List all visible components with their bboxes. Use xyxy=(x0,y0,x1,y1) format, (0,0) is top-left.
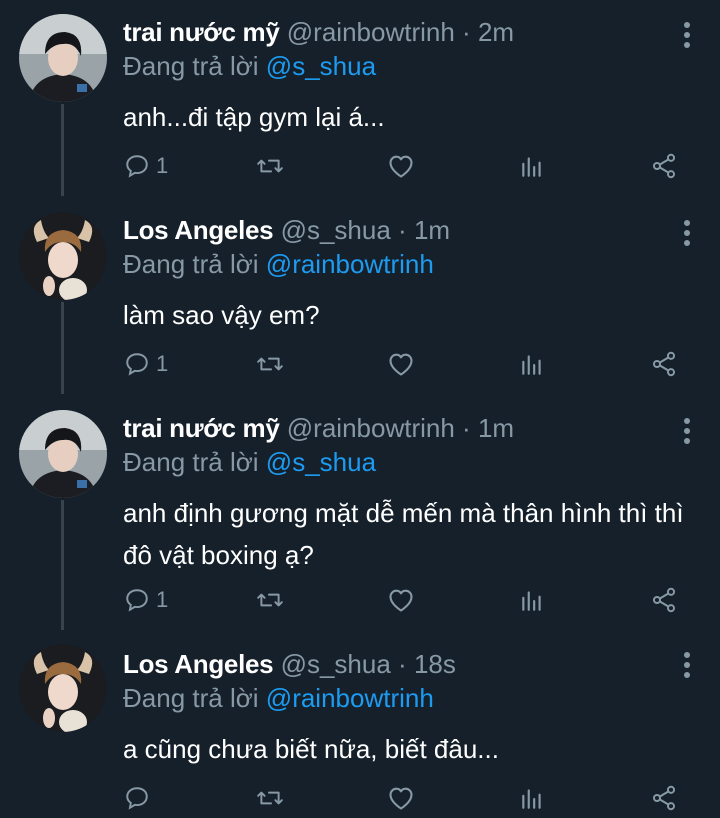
action-bar: 1 xyxy=(0,146,720,186)
user-handle[interactable]: @rainbowtrinh xyxy=(287,413,455,443)
retweet-icon xyxy=(257,357,283,371)
share-icon xyxy=(652,785,676,811)
replying-to: Đang trả lời @s_shua xyxy=(123,50,376,82)
replying-prefix: Đang trả lời xyxy=(123,249,259,279)
more-options-icon[interactable] xyxy=(682,220,692,250)
like-icon xyxy=(389,787,413,810)
user-handle[interactable]: @s_shua xyxy=(281,215,391,245)
analytics-icon xyxy=(522,591,541,611)
retweet-button[interactable] xyxy=(256,580,284,620)
timestamp[interactable]: 1m xyxy=(478,413,514,443)
avatar[interactable] xyxy=(19,410,107,498)
display-name[interactable]: trai nước mỹ xyxy=(123,17,280,47)
retweet-icon xyxy=(257,159,283,173)
reply-button[interactable] xyxy=(124,778,156,818)
action-bar: 1 xyxy=(0,580,720,620)
timestamp[interactable]: 2m xyxy=(478,17,514,47)
retweet-button[interactable] xyxy=(256,344,284,384)
replying-to: Đang trả lời @rainbowtrinh xyxy=(123,248,434,280)
reply-count: 1 xyxy=(156,587,169,612)
separator-dot: · xyxy=(462,413,471,443)
replying-to: Đang trả lời @rainbowtrinh xyxy=(123,682,434,714)
user-handle[interactable]: @s_shua xyxy=(281,649,391,679)
share-button[interactable] xyxy=(650,344,678,384)
analytics-button[interactable] xyxy=(519,344,545,384)
like-icon xyxy=(389,353,413,376)
more-options-icon[interactable] xyxy=(682,22,692,52)
replying-prefix: Đang trả lời xyxy=(123,447,259,477)
like-button[interactable] xyxy=(387,344,415,384)
share-icon xyxy=(652,351,676,377)
share-button[interactable] xyxy=(650,580,678,620)
analytics-icon xyxy=(522,789,541,809)
reply-button[interactable]: 1 xyxy=(124,146,168,186)
share-icon xyxy=(652,587,676,613)
action-bar: 1 xyxy=(0,344,720,384)
mention-link[interactable]: @rainbowtrinh xyxy=(266,249,434,279)
reply-button[interactable]: 1 xyxy=(124,344,168,384)
reply-button[interactable]: 1 xyxy=(124,580,168,620)
separator-dot: · xyxy=(398,649,407,679)
tweet[interactable]: trai nước mỹ @rainbowtrinh · 1m Đang trả… xyxy=(0,396,720,632)
replying-prefix: Đang trả lời xyxy=(123,683,259,713)
tweet[interactable]: Los Angeles @s_shua · 1m Đang trả lời @r… xyxy=(0,198,720,396)
share-button[interactable] xyxy=(650,146,678,186)
like-button[interactable] xyxy=(387,146,415,186)
mention-link[interactable]: @rainbowtrinh xyxy=(266,683,434,713)
dark-haired-man-avatar-icon xyxy=(19,14,107,102)
display-name[interactable]: Los Angeles xyxy=(123,649,274,679)
timestamp[interactable]: 18s xyxy=(414,649,456,679)
analytics-icon xyxy=(522,157,541,177)
tweet-text: làm sao vậy em? xyxy=(123,300,320,330)
retweet-button[interactable] xyxy=(256,778,284,818)
reply-icon xyxy=(126,787,148,810)
tweet-text: anh định gương mặt dễ mến mà thân hình t… xyxy=(123,498,684,570)
tweet-header: trai nước mỹ @rainbowtrinh · 2m xyxy=(123,16,514,48)
replying-prefix: Đang trả lời xyxy=(123,51,259,81)
like-button[interactable] xyxy=(387,580,415,620)
display-name[interactable]: trai nước mỹ xyxy=(123,413,280,443)
deer-ears-man-avatar-icon xyxy=(19,212,107,300)
tweet-header: trai nước mỹ @rainbowtrinh · 1m xyxy=(123,412,514,444)
user-handle[interactable]: @rainbowtrinh xyxy=(287,17,455,47)
tweet[interactable]: trai nước mỹ @rainbowtrinh · 2m Đang trả… xyxy=(0,0,720,198)
mention-link[interactable]: @s_shua xyxy=(266,447,376,477)
reply-icon xyxy=(126,155,148,178)
avatar[interactable] xyxy=(19,644,107,732)
reply-icon xyxy=(126,353,148,376)
tweet-text: a cũng chưa biết nữa, biết đâu... xyxy=(123,734,499,764)
like-icon xyxy=(389,155,413,178)
tweet[interactable]: Los Angeles @s_shua · 18s Đang trả lời @… xyxy=(0,632,720,816)
retweet-icon xyxy=(257,593,283,607)
replying-to: Đang trả lời @s_shua xyxy=(123,446,376,478)
analytics-icon xyxy=(522,355,541,375)
share-button[interactable] xyxy=(650,778,678,818)
tweet-header: Los Angeles @s_shua · 18s xyxy=(123,648,456,680)
like-button[interactable] xyxy=(387,778,415,818)
tweet-text: anh...đi tập gym lại á... xyxy=(123,102,385,132)
reply-count: 1 xyxy=(156,351,169,376)
analytics-button[interactable] xyxy=(519,580,545,620)
separator-dot: · xyxy=(398,215,407,245)
mention-link[interactable]: @s_shua xyxy=(266,51,376,81)
display-name[interactable]: Los Angeles xyxy=(123,215,274,245)
reply-icon xyxy=(126,589,148,612)
retweet-icon xyxy=(257,791,283,805)
timestamp[interactable]: 1m xyxy=(414,215,450,245)
action-bar xyxy=(0,778,720,818)
analytics-button[interactable] xyxy=(519,778,545,818)
avatar[interactable] xyxy=(19,14,107,102)
dark-haired-man-avatar-icon xyxy=(19,410,107,498)
separator-dot: · xyxy=(462,17,471,47)
reply-count: 1 xyxy=(156,153,169,178)
analytics-button[interactable] xyxy=(519,146,545,186)
more-options-icon[interactable] xyxy=(682,418,692,448)
more-options-icon[interactable] xyxy=(682,652,692,682)
deer-ears-man-avatar-icon xyxy=(19,644,107,732)
like-icon xyxy=(389,589,413,612)
avatar[interactable] xyxy=(19,212,107,300)
retweet-button[interactable] xyxy=(256,146,284,186)
tweet-header: Los Angeles @s_shua · 1m xyxy=(123,214,450,246)
share-icon xyxy=(652,153,676,179)
